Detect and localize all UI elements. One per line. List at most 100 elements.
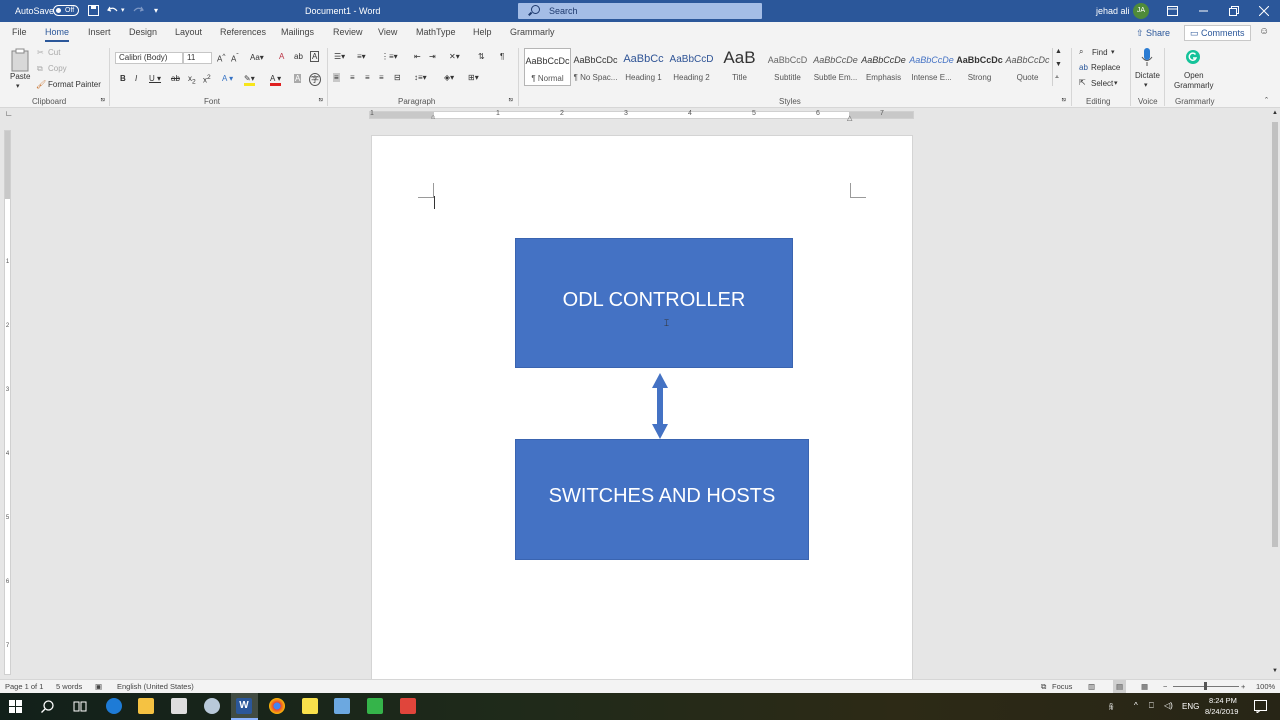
word-icon[interactable]: W bbox=[236, 698, 252, 714]
camtasia-editor-icon[interactable] bbox=[400, 698, 416, 714]
clock-date[interactable]: 8/24/2019 bbox=[1205, 707, 1238, 716]
decrease-indent-icon[interactable]: ⇤ bbox=[414, 52, 421, 61]
cut-icon[interactable]: ✂ bbox=[37, 48, 44, 57]
horizontal-ruler[interactable]: 1 1 2 3 4 5 6 7 ⌂ △ bbox=[369, 110, 914, 122]
mail-icon[interactable] bbox=[171, 698, 187, 714]
undo-dropdown-icon[interactable]: ▾ bbox=[121, 0, 125, 22]
style-strong[interactable]: AaBbCcDc Strong bbox=[956, 48, 1003, 86]
grow-font-icon[interactable]: A^ bbox=[217, 53, 225, 64]
strikethrough-icon[interactable]: ab bbox=[171, 74, 180, 83]
copy-icon[interactable]: ⧉ bbox=[37, 64, 43, 74]
font-size-select[interactable]: 11 bbox=[183, 52, 212, 64]
task-view-icon[interactable] bbox=[73, 700, 87, 713]
save-icon[interactable] bbox=[88, 5, 99, 16]
document-page[interactable] bbox=[371, 135, 913, 680]
line-spacing-icon[interactable]: ↕≡▾ bbox=[414, 73, 427, 82]
collapse-ribbon-icon[interactable]: ˆ bbox=[1265, 96, 1268, 106]
close-icon[interactable] bbox=[1259, 6, 1269, 16]
format-painter-icon[interactable]: 🖌 bbox=[36, 80, 46, 89]
search-box[interactable]: Search bbox=[518, 3, 762, 19]
scroll-up-icon[interactable]: ▲ bbox=[1272, 110, 1278, 116]
subscript-icon[interactable]: x2 bbox=[188, 74, 196, 86]
style-heading-2[interactable]: AaBbCcD Heading 2 bbox=[668, 48, 715, 86]
show-hidden-icons-icon[interactable]: ^ bbox=[1134, 701, 1138, 710]
clipboard-launcher-icon[interactable]: ⧅ bbox=[101, 97, 105, 104]
zoom-out-icon[interactable]: − bbox=[1163, 680, 1167, 693]
vertical-ruler[interactable]: 1 2 3 4 5 6 7 bbox=[4, 130, 11, 675]
focus-icon[interactable]: ⧉ bbox=[1041, 680, 1046, 693]
align-center-icon[interactable]: ≡ bbox=[350, 73, 355, 82]
multilevel-list-icon[interactable]: ⋮≡▾ bbox=[381, 52, 398, 61]
style-normal[interactable]: AaBbCcDc ¶ Normal bbox=[524, 48, 571, 86]
tab-help[interactable]: Help bbox=[473, 22, 492, 44]
share-button[interactable]: ⇧ Share bbox=[1136, 25, 1170, 41]
people-icon[interactable]: ꆜ bbox=[1108, 701, 1114, 712]
word-count[interactable]: 5 words bbox=[56, 680, 82, 693]
avatar[interactable]: JA bbox=[1133, 3, 1149, 19]
grammarly-icon[interactable] bbox=[1186, 50, 1200, 64]
style-subtitle[interactable]: AaBbCcD Subtitle bbox=[764, 48, 811, 86]
action-center-icon[interactable] bbox=[1254, 700, 1267, 713]
font-launcher-icon[interactable]: ⧅ bbox=[319, 97, 323, 104]
switches-and-hosts-box[interactable]: SWITCHES AND HOSTS bbox=[515, 439, 809, 560]
volume-icon[interactable]: ◁) bbox=[1164, 701, 1173, 710]
tab-review[interactable]: Review bbox=[333, 22, 363, 44]
select-icon[interactable]: ⇱ bbox=[1079, 78, 1086, 87]
page-count[interactable]: Page 1 of 1 bbox=[5, 680, 43, 693]
paragraph-launcher-icon[interactable]: ⧅ bbox=[509, 97, 513, 104]
format-painter-button[interactable]: Format Painter bbox=[48, 80, 101, 89]
clock-time[interactable]: 8:24 PM bbox=[1209, 696, 1237, 705]
justify-icon[interactable]: ≡ bbox=[379, 73, 384, 82]
customize-toolbar-icon[interactable]: ▾ bbox=[154, 0, 158, 22]
style-no-spacing[interactable]: AaBbCcDc ¶ No Spac... bbox=[572, 48, 619, 86]
file-explorer-icon[interactable] bbox=[138, 698, 154, 714]
camtasia-recorder-icon[interactable] bbox=[367, 698, 383, 714]
copy-button[interactable]: Copy bbox=[48, 64, 67, 73]
tab-view[interactable]: View bbox=[378, 22, 397, 44]
change-case-icon[interactable]: Aa▾ bbox=[250, 53, 264, 62]
enclose-characters-icon[interactable]: 字 bbox=[309, 73, 321, 86]
tab-layout[interactable]: Layout bbox=[175, 22, 202, 44]
dictate-button[interactable]: Dictate bbox=[1135, 71, 1160, 80]
find-icon[interactable]: ⌕ bbox=[1079, 47, 1083, 57]
network-app-icon[interactable] bbox=[204, 698, 220, 714]
replace-icon[interactable]: ab bbox=[1079, 63, 1088, 72]
asian-layout-icon[interactable]: ✕▾ bbox=[449, 52, 460, 61]
open-grammarly-line2[interactable]: Grammarly bbox=[1174, 81, 1214, 90]
bidirectional-arrow[interactable] bbox=[650, 373, 670, 439]
paste-button[interactable]: Paste bbox=[10, 72, 30, 81]
language-indicator[interactable]: English (United States) bbox=[117, 680, 194, 693]
increase-indent-icon[interactable]: ⇥ bbox=[429, 52, 436, 61]
style-title[interactable]: AaB Title bbox=[716, 48, 763, 86]
focus-button[interactable]: Focus bbox=[1052, 680, 1072, 693]
paste-icon[interactable] bbox=[10, 48, 30, 72]
text-effects-icon[interactable]: A ▾ bbox=[222, 74, 233, 83]
print-layout-icon[interactable]: ▤ bbox=[1113, 680, 1127, 693]
read-mode-icon[interactable]: ▥ bbox=[1088, 680, 1095, 693]
scroll-down-icon[interactable]: ▼ bbox=[1272, 668, 1278, 674]
bold-icon[interactable]: B bbox=[120, 74, 126, 83]
tab-grammarly[interactable]: Grammarly bbox=[510, 22, 555, 44]
zoom-in-icon[interactable]: + bbox=[1241, 680, 1245, 693]
style-subtle-emphasis[interactable]: AaBbCcDe Subtle Em... bbox=[812, 48, 859, 86]
open-grammarly-line1[interactable]: Open bbox=[1184, 71, 1204, 80]
sticky-notes-icon[interactable] bbox=[302, 698, 318, 714]
zoom-slider-thumb[interactable] bbox=[1204, 682, 1207, 690]
shading-icon[interactable]: ◈▾ bbox=[444, 73, 454, 82]
select-button[interactable]: Select bbox=[1091, 79, 1113, 88]
find-button[interactable]: Find bbox=[1092, 48, 1108, 57]
undo-icon[interactable] bbox=[107, 5, 119, 16]
font-name-select[interactable]: Calibri (Body) bbox=[115, 52, 183, 64]
italic-icon[interactable]: I bbox=[135, 74, 137, 83]
windows-start-icon[interactable] bbox=[9, 700, 22, 713]
show-formatting-marks-icon[interactable]: ¶ bbox=[500, 52, 504, 61]
tab-design[interactable]: Design bbox=[129, 22, 157, 44]
user-name[interactable]: jehad ali bbox=[1096, 0, 1130, 22]
style-quote[interactable]: AaBbCcDc Quote bbox=[1004, 48, 1051, 86]
align-left-icon[interactable]: ≡ bbox=[333, 73, 340, 82]
find-dropdown-icon[interactable]: ▾ bbox=[1111, 48, 1115, 56]
tab-references[interactable]: References bbox=[220, 22, 266, 44]
styles-up-icon[interactable]: ▲ bbox=[1055, 48, 1062, 55]
character-shading-icon[interactable]: A bbox=[294, 74, 302, 83]
sort-icon[interactable]: ⇅ bbox=[478, 52, 485, 61]
